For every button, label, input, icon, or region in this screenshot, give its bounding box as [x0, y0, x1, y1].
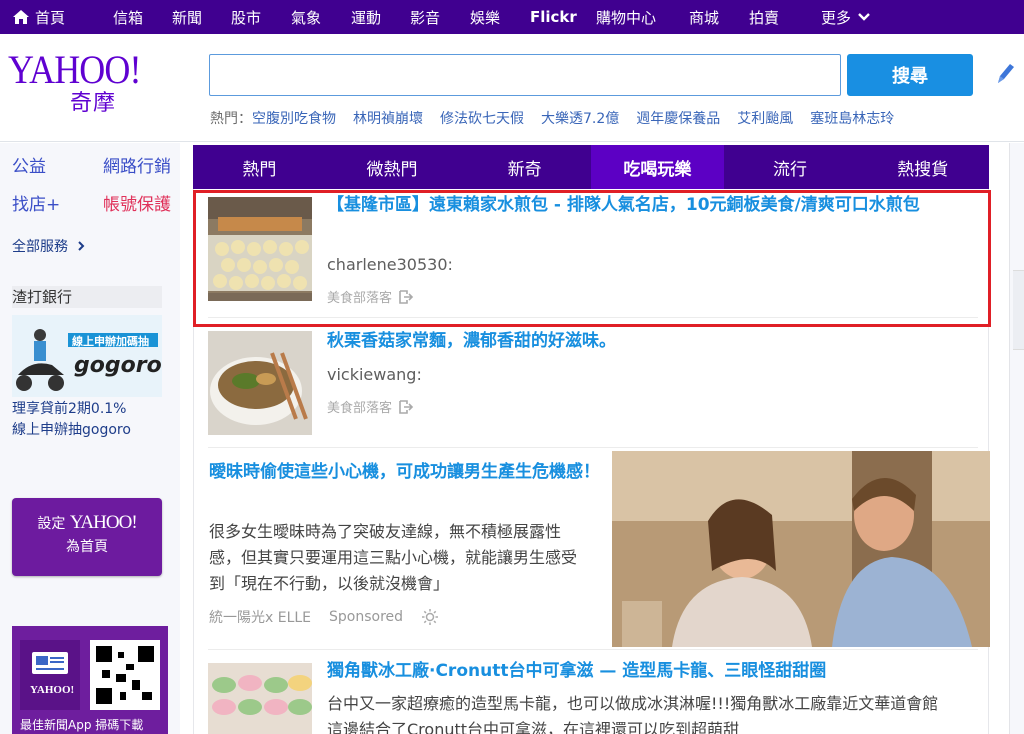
topnav-entertainment[interactable]: 娛樂 — [470, 0, 500, 34]
set-homepage-suffix: 為首頁 — [66, 539, 108, 555]
external-link-icon — [399, 399, 414, 414]
all-services-label: 全部服務 — [12, 239, 68, 255]
sponsored-image[interactable] — [612, 451, 990, 647]
sidebar-link-marketing[interactable]: 網路行銷 — [103, 152, 171, 177]
trending-searches: 熱門：空腹別吃食物 林明禎崩壞 修法砍七天假 大樂透7.2億 週年慶保養品 艾利颱風 塞班島… — [210, 108, 911, 128]
chevron-right-icon — [78, 241, 85, 251]
home-icon — [13, 10, 29, 24]
divider — [208, 447, 978, 448]
topnav-auction[interactable]: 拍賣 — [749, 0, 779, 34]
chevron-down-icon — [858, 13, 870, 21]
gogoro-brand: gogoro — [74, 353, 162, 378]
noodle-photo — [208, 331, 312, 435]
search-input[interactable] — [209, 54, 841, 96]
left-sidebar: 公益 網路行銷 找店+ 帳號保護 全部服務 渣打銀行 線上申辦加碼抽 gogor… — [0, 143, 180, 734]
app-ad-label: 最佳新聞App 掃碼下載 — [20, 718, 144, 732]
yahoo-logo[interactable]: YAHOO! 奇摩 — [8, 50, 158, 120]
sponsored-body: 很多女生曖昧時為了突破友達線，無不積極展露性感，但其實只要運用這三點小心機，就能… — [209, 522, 578, 593]
tab-novelty[interactable]: 新奇 — [458, 145, 591, 189]
topnav-home-label: 首頁 — [35, 8, 66, 27]
divider — [208, 649, 978, 650]
topnav-shopping[interactable]: 購物中心 — [596, 0, 656, 34]
topnav-flickr[interactable]: Flickr — [530, 0, 577, 34]
tab-hot-products[interactable]: 熱搜貨 — [856, 145, 989, 189]
gogoro-ad-text: 線上申辦加碼抽 — [72, 335, 149, 348]
trending-link[interactable]: 空腹別吃食物 — [252, 111, 336, 127]
sponsored-title[interactable]: 曖昧時偷使這些小心機，可成功讓男生產生危機感！ — [209, 459, 609, 485]
trending-link[interactable]: 大樂透7.2億 — [541, 111, 619, 127]
top-navigation-bar: 首頁 信箱 新聞 股市 氣象 運動 影音 娛樂 Flickr 購物中心 商城 拍… — [0, 0, 1024, 34]
trending-link[interactable]: 塞班島林志玲 — [810, 111, 894, 127]
news-source[interactable]: 美食部落客 — [327, 397, 414, 416]
news-source-label: 美食部落客 — [327, 401, 393, 416]
news-author: vickiewang: — [327, 365, 422, 384]
topnav-news[interactable]: 新聞 — [172, 0, 202, 34]
set-homepage-line1: 設定 YAHOO! — [12, 512, 162, 534]
news-title[interactable]: 秋栗香菇家常麵，濃郁香甜的好滋味。 — [327, 329, 947, 353]
all-services-link[interactable]: 全部服務 — [12, 236, 86, 256]
sidebar-link-findstore[interactable]: 找店+ — [12, 190, 60, 215]
app-download-ad[interactable]: YAHOO! 最佳新聞App 掃碼下載 — [12, 626, 168, 734]
header: YAHOO! 奇摩 搜尋 熱門：空腹別吃食物 林明禎崩壞 修法砍七天假 大樂透7.2億… — [0, 34, 1024, 142]
tab-hot[interactable]: 熱門 — [193, 145, 326, 189]
news-thumbnail[interactable] — [208, 663, 312, 734]
bank-ad-line2: 線上申辦抽gogoro — [12, 422, 131, 438]
trending-link[interactable]: 林明禎崩壞 — [353, 111, 423, 127]
trending-link[interactable]: 艾利颱風 — [737, 111, 793, 127]
topnav-more[interactable]: 更多 — [821, 0, 871, 34]
macaron-photo — [208, 663, 312, 734]
sun-icon[interactable] — [421, 608, 439, 626]
topnav-weather[interactable]: 氣象 — [291, 0, 321, 34]
tab-food-fun[interactable]: 吃喝玩樂 — [591, 145, 724, 189]
search-button[interactable]: 搜尋 — [847, 54, 973, 96]
logo-main: YAHOO! — [8, 47, 141, 92]
gogoro-ad-image[interactable]: 線上申辦加碼抽 gogoro — [12, 315, 162, 397]
topnav-mail[interactable]: 信箱 — [113, 0, 143, 34]
sponsored-meta: 統一陽光x ELLE Sponsored — [209, 607, 439, 627]
set-homepage-brand: YAHOO! — [69, 512, 138, 533]
topnav-mall[interactable]: 商城 — [689, 0, 719, 34]
news-snippet: 台中又一家超療癒的造型馬卡龍，也可以做成冰淇淋喔!!!獨角獸冰工廠靠近文華道會館… — [327, 694, 939, 734]
bank-ad-line1: 理享貸前2期0.1% — [12, 401, 127, 417]
tab-micro-hot[interactable]: 微熱門 — [326, 145, 459, 189]
sidebar-link-account-protect[interactable]: 帳號保護 — [103, 190, 171, 215]
topnav-video[interactable]: 影音 — [410, 0, 440, 34]
news-thumbnail[interactable] — [208, 331, 312, 435]
topnav-sports[interactable]: 運動 — [351, 0, 381, 34]
set-homepage-button[interactable]: 設定 YAHOO! 為首頁 — [12, 498, 162, 576]
trending-link[interactable]: 修法砍七天假 — [440, 111, 524, 127]
couple-photo — [612, 451, 990, 647]
sponsor-section-title: 渣打銀行 — [12, 286, 162, 308]
topnav-more-label: 更多 — [821, 8, 852, 27]
right-panel-edge — [1013, 270, 1024, 350]
category-tabs: 熱門 微熱門 新奇 吃喝玩樂 流行 熱搜貨 — [193, 145, 989, 189]
topnav-home[interactable]: 首頁 — [12, 0, 65, 34]
app-ad-brand: YAHOO! — [30, 684, 75, 696]
trending-label: 熱門： — [210, 111, 252, 127]
right-gutter — [1009, 143, 1024, 734]
pencil-icon[interactable] — [992, 61, 1016, 89]
trending-link[interactable]: 週年慶保養品 — [636, 111, 720, 127]
topnav-stock[interactable]: 股市 — [231, 0, 261, 34]
news-title[interactable]: 獨角獸冰工廠·Cronutt台中可拿滋 — 造型馬卡龍、三眼怪甜甜圈 — [327, 659, 977, 683]
bank-ad-link[interactable]: 理享貸前2期0.1% 線上申辦抽gogoro — [12, 399, 131, 441]
tab-fashion[interactable]: 流行 — [724, 145, 857, 189]
sidebar-link-charity[interactable]: 公益 — [12, 152, 46, 177]
sponsored-label: Sponsored — [329, 609, 404, 625]
logo-sub: 奇摩 — [70, 91, 117, 116]
sponsored-advertiser: 統一陽光x ELLE — [209, 610, 312, 626]
selection-highlight — [193, 190, 991, 327]
set-homepage-prefix: 設定 — [37, 516, 66, 532]
